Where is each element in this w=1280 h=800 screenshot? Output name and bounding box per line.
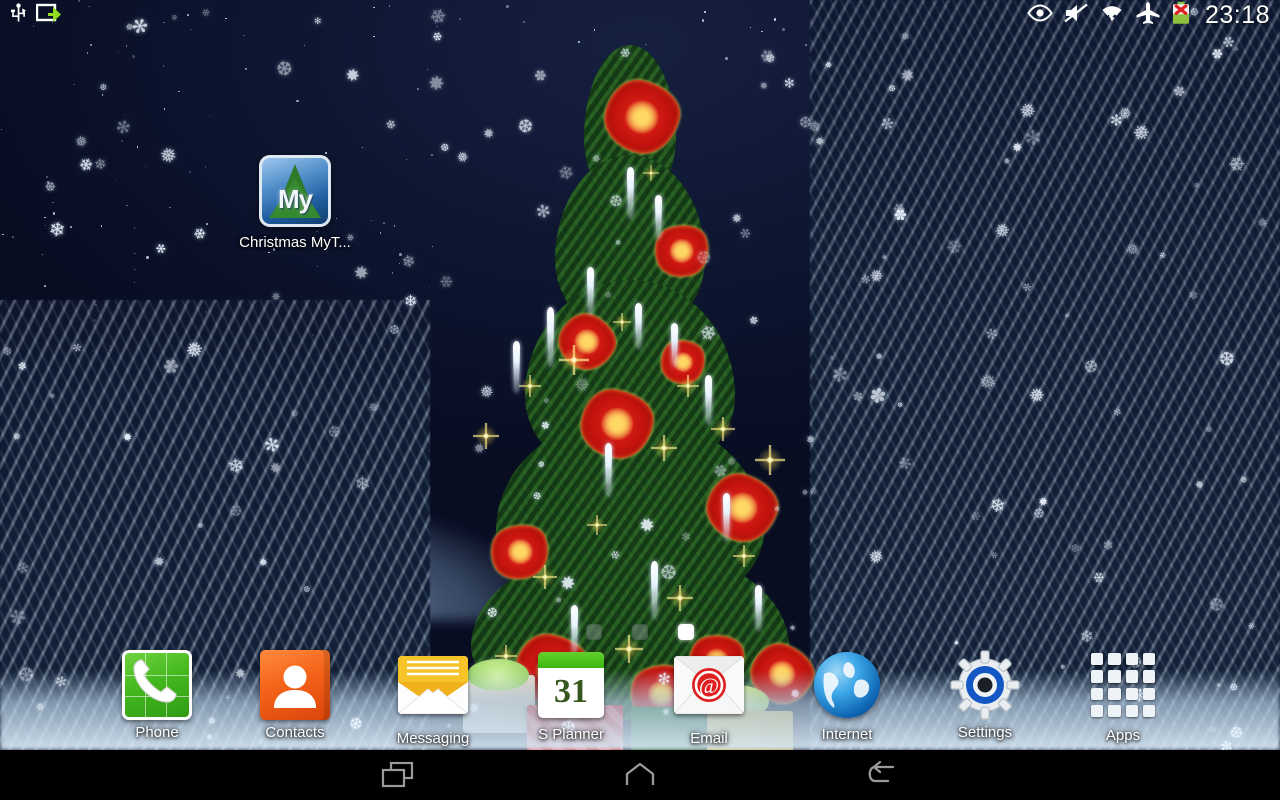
- globe-icon: [812, 652, 882, 722]
- page-dot-1[interactable]: [586, 624, 602, 640]
- dock-item-settings[interactable]: Settings: [925, 650, 1045, 741]
- apps-grid-cell: [1125, 687, 1138, 700]
- page-indicator: [0, 624, 1280, 640]
- dock-label: Apps: [1105, 727, 1141, 744]
- apps-grid-cell: [1108, 704, 1121, 717]
- back-button[interactable]: [833, 750, 929, 800]
- apps-grid-cell: [1091, 670, 1104, 683]
- apps-grid-cell: [1108, 653, 1121, 666]
- apps-grid-cell: [1142, 653, 1155, 666]
- status-bar-left: [10, 2, 64, 28]
- apps-grid-cell: [1142, 687, 1155, 700]
- dock-label: Internet: [821, 726, 873, 743]
- apps-grid-cell: [1125, 704, 1138, 717]
- page-dot-2[interactable]: [632, 624, 648, 640]
- sound-muted-icon: [1063, 2, 1089, 29]
- apps-grid-cell: [1091, 653, 1104, 666]
- tile-text: My: [277, 184, 313, 214]
- app-dock: Phone Contacts Messaging 31 S Planner @ …: [0, 650, 1280, 750]
- apps-grid-cell: [1142, 704, 1155, 717]
- dock-label: Contacts: [265, 724, 325, 741]
- contacts-icon: [260, 650, 330, 720]
- usb-icon: [10, 2, 27, 28]
- dock-label: Settings: [957, 724, 1013, 741]
- dock-label: Messaging: [396, 730, 470, 747]
- email-icon: @: [674, 656, 744, 726]
- airplane-mode-icon: [1135, 1, 1161, 30]
- battery-not-charging-icon: [1171, 1, 1191, 30]
- navigation-bar: [0, 750, 1280, 800]
- svg-text:@: @: [699, 673, 719, 698]
- christmas-mytree-tile[interactable]: My: [259, 155, 331, 227]
- dock-item-email[interactable]: @ Email: [649, 650, 769, 747]
- recent-apps-button[interactable]: [350, 750, 446, 800]
- christmas-mytree-shortcut[interactable]: My Christmas MyT...: [230, 155, 360, 251]
- screenshot-saved-icon: [35, 3, 64, 28]
- dock-item-contacts[interactable]: Contacts: [235, 650, 355, 741]
- apps-grid-cell: [1108, 687, 1121, 700]
- dock-item-phone[interactable]: Phone: [97, 650, 217, 741]
- calendar-day: 31: [554, 673, 588, 710]
- apps-grid-cell: [1125, 670, 1138, 683]
- dock-item-apps[interactable]: Apps: [1063, 650, 1183, 744]
- apps-grid-cell: [1142, 670, 1155, 683]
- page-dot-3-active[interactable]: [678, 624, 694, 640]
- dock-label: Phone: [135, 724, 179, 741]
- home-screen: ✸❅❄✽✸❆✻❅✻✽❆✻❆✸❄✽✸✸❅❆❆✻❆✸❄✸✽❆✻✸❆❄✻✽✽❆❄❅❅❆…: [0, 0, 1280, 800]
- dock-item-messaging[interactable]: Messaging: [373, 650, 493, 747]
- smart-stay-eye-icon: [1027, 3, 1053, 27]
- gear-icon: [950, 650, 1020, 720]
- dock-item-internet[interactable]: Internet: [787, 650, 907, 743]
- dock-label: Email: [690, 730, 728, 747]
- phone-icon: [122, 650, 192, 720]
- status-bar-right: 23:18: [1027, 1, 1270, 30]
- apps-grid-cell: [1125, 653, 1138, 666]
- wifi-icon: [1099, 2, 1125, 29]
- apps-grid-cell: [1091, 687, 1104, 700]
- calendar-icon: 31: [536, 652, 606, 722]
- home-button[interactable]: [592, 750, 688, 800]
- dock-item-splanner[interactable]: 31 S Planner: [511, 650, 631, 743]
- status-bar-clock: 23:18: [1204, 0, 1270, 29]
- dock-label: S Planner: [538, 726, 604, 743]
- shortcut-label: Christmas MyT...: [239, 234, 351, 251]
- apps-grid-cell: [1108, 670, 1121, 683]
- apps-grid-cell: [1091, 704, 1104, 717]
- calendar-header: [538, 652, 604, 668]
- messaging-icon: [398, 656, 468, 726]
- status-bar[interactable]: 23:18: [0, 0, 1280, 30]
- apps-grid-icon: [1088, 653, 1158, 723]
